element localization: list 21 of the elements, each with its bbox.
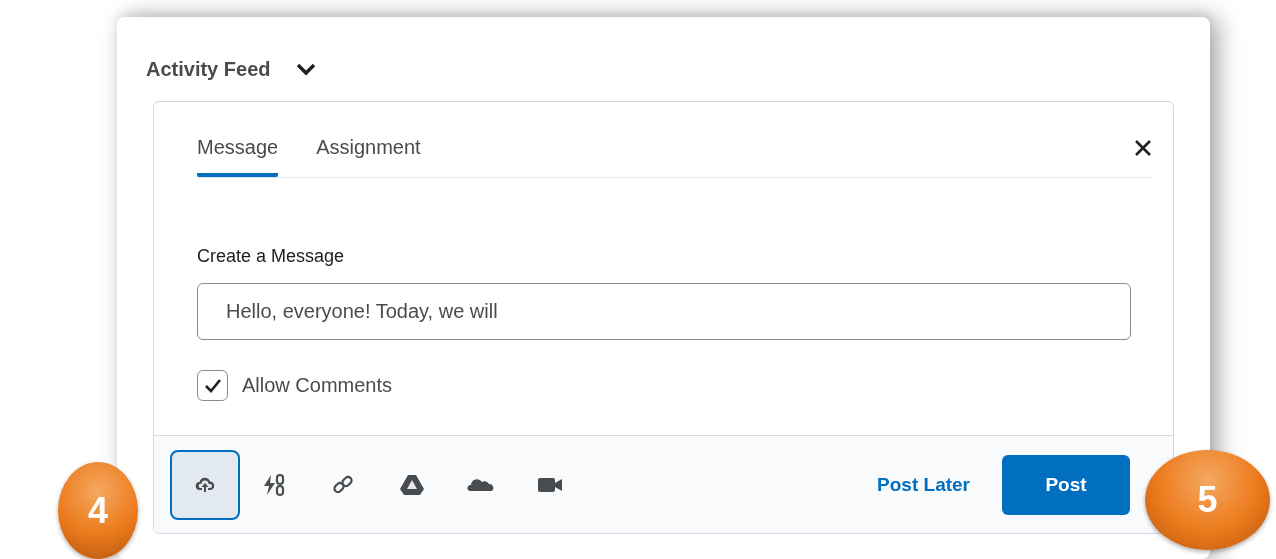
cloud-icon: [467, 476, 495, 493]
post-button[interactable]: Post: [1002, 454, 1130, 515]
message-input[interactable]: Hello, everyone! Today, we will: [197, 283, 1131, 340]
checkbox-label: Allow Comments: [242, 374, 393, 397]
chevron-down-icon[interactable]: [296, 62, 317, 76]
video-camera-icon: [537, 476, 563, 493]
toolbar-button[interactable]: [170, 449, 240, 520]
cloud-upload-icon: [195, 475, 215, 494]
section-title: Activity Feed: [146, 57, 271, 81]
checkmark-icon: [203, 377, 222, 394]
link-icon: [332, 473, 354, 496]
triangle-drive-icon: [399, 473, 425, 496]
tab[interactable]: Message: [197, 136, 279, 177]
step-number-badge: 4: [58, 462, 138, 559]
checkbox[interactable]: [197, 370, 228, 401]
bolt-link-icon: [262, 472, 286, 497]
step-number-badge: 5: [1145, 450, 1270, 550]
tab[interactable]: Assignment: [316, 136, 421, 177]
post-later-link[interactable]: Post Later: [877, 473, 970, 496]
field-label: Create a Message: [197, 246, 346, 267]
close-icon[interactable]: [1134, 139, 1152, 157]
